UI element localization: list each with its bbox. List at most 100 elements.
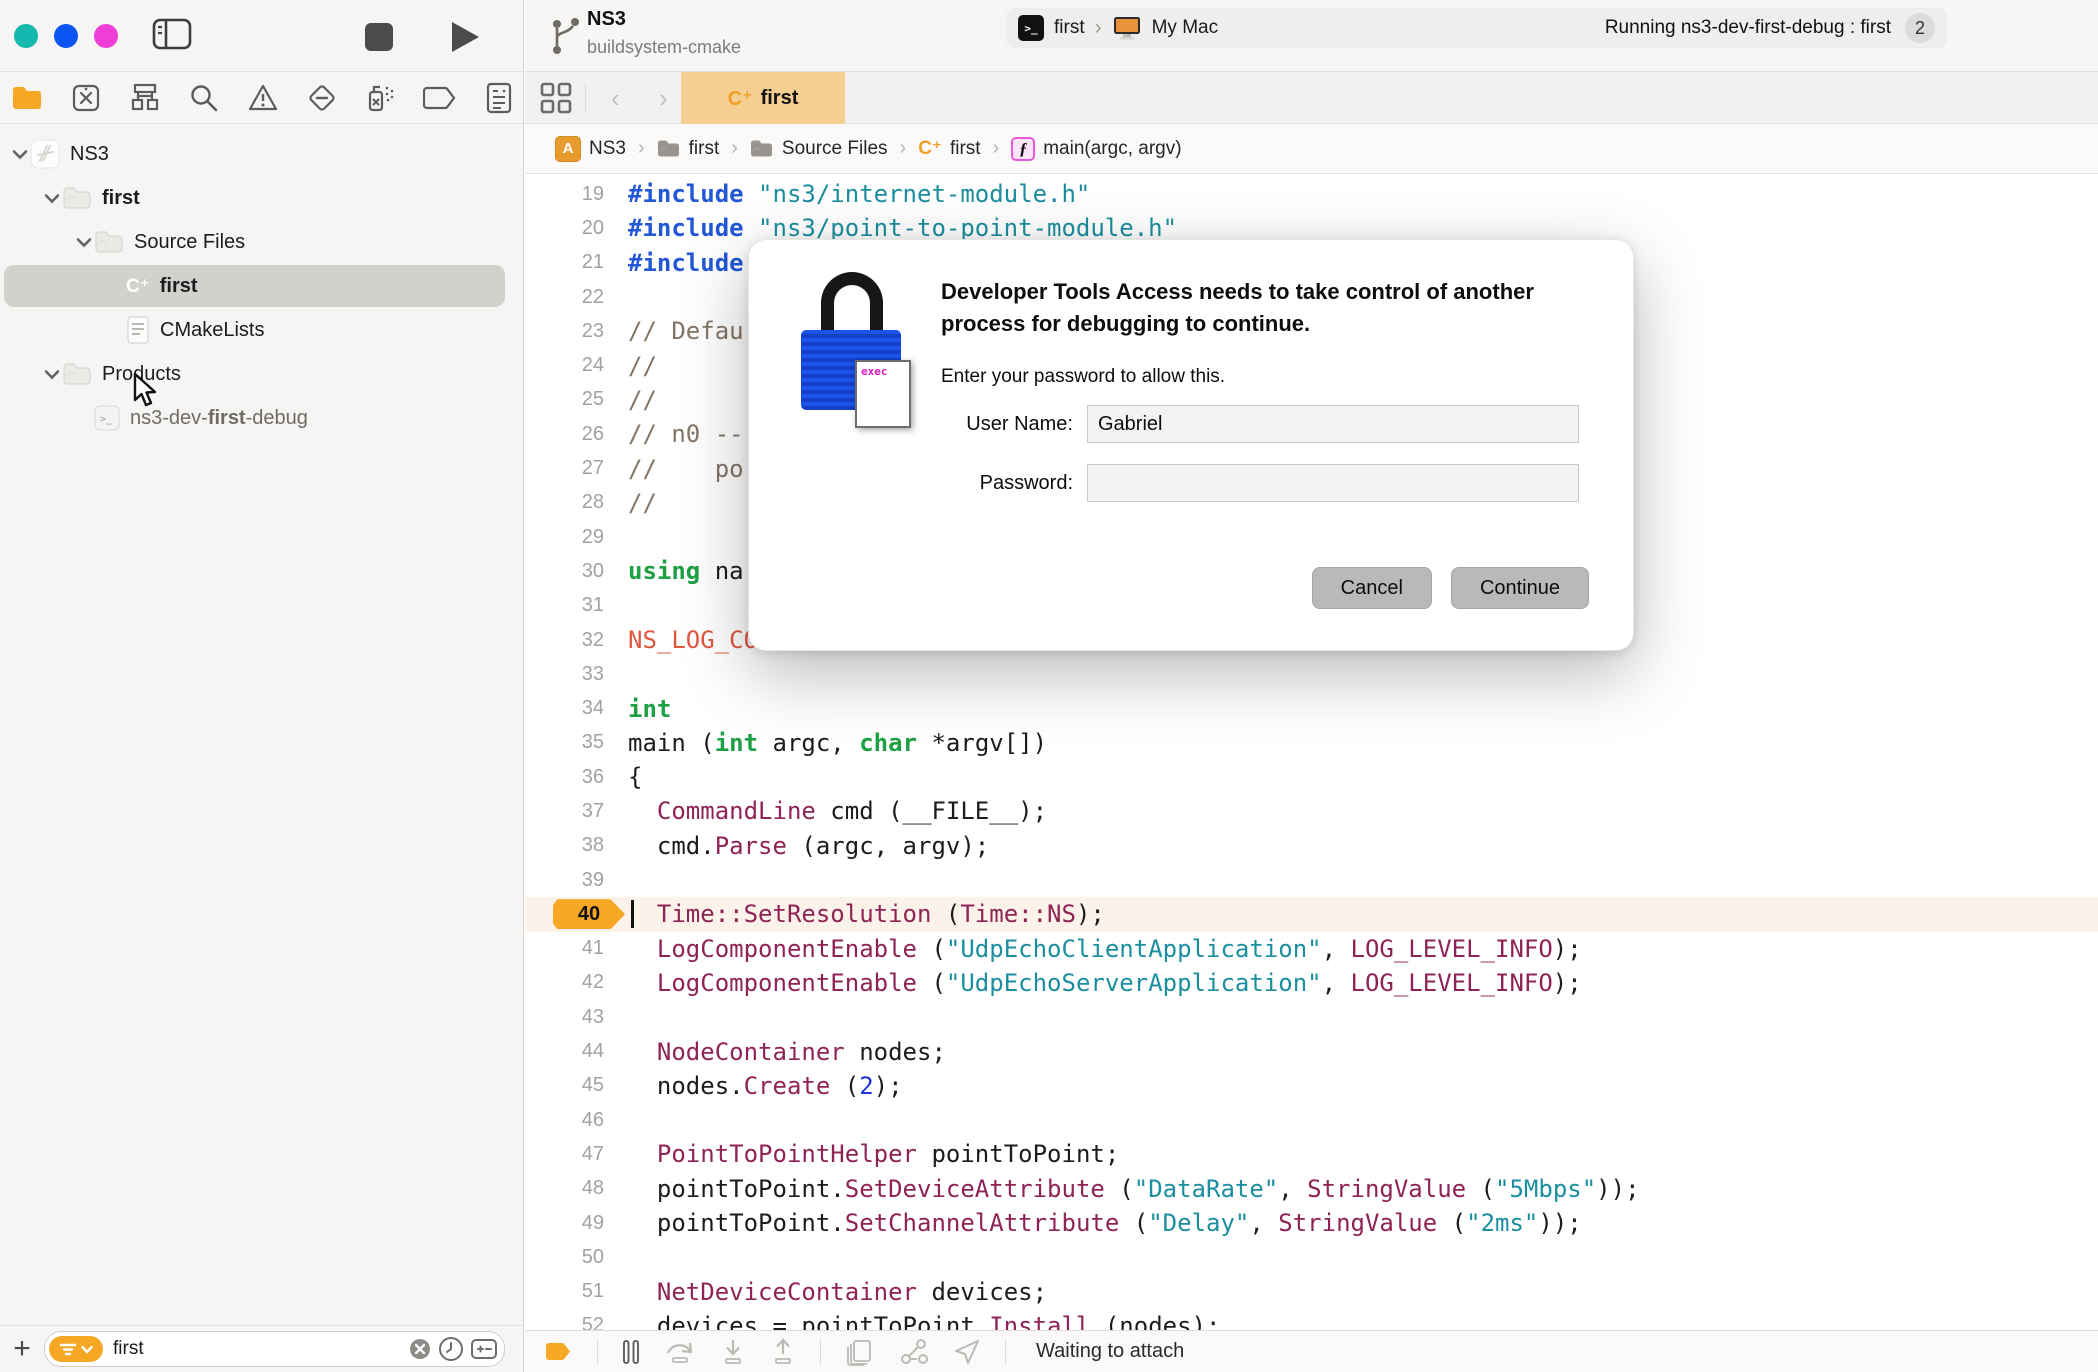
line-number[interactable]: 25 (525, 388, 628, 411)
tree-item-cmakelists[interactable]: CMakeLists (0, 308, 523, 352)
clear-icon[interactable] (408, 1337, 432, 1361)
step-into-icon[interactable] (720, 1338, 746, 1366)
source-control-icon[interactable] (69, 81, 103, 115)
code-line-43[interactable]: 43 (525, 1000, 2098, 1034)
play-button[interactable] (448, 19, 482, 55)
line-number[interactable]: 36 (525, 766, 628, 789)
code-line-46[interactable]: 46 (525, 1103, 2098, 1137)
destination-name[interactable]: My Mac (1152, 17, 1219, 39)
code-line-47[interactable]: 47 PointToPointHelper pointToPoint; (525, 1137, 2098, 1171)
close-button[interactable] (14, 24, 38, 48)
forward-button[interactable]: › (647, 72, 680, 124)
code-line-37[interactable]: 37 CommandLine cmd (__FILE__); (525, 794, 2098, 828)
back-button[interactable]: ‹ (599, 72, 632, 124)
pause-icon[interactable] (622, 1339, 640, 1365)
breadcrumb-main-argc-argv-[interactable]: ƒ main(argc, argv) (1011, 136, 1182, 161)
memory-graph-icon[interactable] (899, 1338, 929, 1366)
symbols-icon[interactable] (128, 81, 162, 115)
disclosure-chevron-icon[interactable] (10, 149, 30, 160)
tree-item-first[interactable]: C⁺ first (0, 264, 523, 308)
line-number[interactable]: 50 (525, 1246, 628, 1269)
tests-icon[interactable] (305, 81, 339, 115)
history-icon[interactable] (438, 1336, 464, 1362)
line-number[interactable]: 38 (525, 834, 628, 857)
line-number[interactable]: 30 (525, 560, 628, 583)
scope-icon[interactable] (470, 1337, 498, 1361)
find-icon[interactable] (187, 81, 221, 115)
code-line-42[interactable]: 42 LogComponentEnable ("UdpEchoServerApp… (525, 966, 2098, 1000)
code-line-49[interactable]: 49 pointToPoint.SetChannelAttribute ("De… (525, 1206, 2098, 1240)
line-number[interactable]: 29 (525, 526, 628, 549)
line-number[interactable]: 31 (525, 594, 628, 617)
add-file-button[interactable]: + (0, 1332, 44, 1366)
breadcrumb-ns3[interactable]: A NS3 (555, 135, 626, 162)
line-number[interactable]: 24 (525, 354, 628, 377)
line-number[interactable]: 49 (525, 1212, 628, 1235)
cancel-button[interactable]: Cancel (1311, 567, 1432, 609)
line-number[interactable]: 41 (525, 937, 628, 960)
line-number[interactable]: 33 (525, 663, 628, 686)
line-number[interactable]: 39 (525, 869, 628, 892)
code-line-34[interactable]: 34 int (525, 691, 2098, 725)
tab-overview-button[interactable] (539, 72, 573, 124)
project-navigator-icon[interactable] (10, 81, 44, 115)
tree-item-ns3[interactable]: NS3 (0, 132, 523, 176)
reports-icon[interactable] (482, 81, 516, 115)
line-number[interactable]: 51 (525, 1280, 628, 1303)
debug-gauge-icon[interactable] (364, 81, 398, 115)
stop-button[interactable] (363, 21, 395, 53)
line-number[interactable]: 35 (525, 731, 628, 754)
zoom-button[interactable] (94, 24, 118, 48)
code-line-36[interactable]: 36{ (525, 760, 2098, 794)
tab-first[interactable]: C⁺ first (681, 72, 845, 124)
line-number[interactable]: 43 (525, 1006, 628, 1029)
continue-button[interactable]: Continue (1450, 567, 1589, 609)
line-number[interactable]: 46 (525, 1109, 628, 1132)
code-line-40[interactable]: 40 Time::SetResolution (Time::NS); (525, 897, 2098, 932)
code-line-41[interactable]: 41 LogComponentEnable ("UdpEchoClientApp… (525, 932, 2098, 966)
code-line-44[interactable]: 44 NodeContainer nodes; (525, 1034, 2098, 1068)
line-number[interactable]: 21 (525, 251, 628, 274)
line-number[interactable]: 27 (525, 457, 628, 480)
user-name-field[interactable]: Gabriel (1087, 405, 1579, 443)
breadcrumb-source-files[interactable]: Source Files (750, 138, 888, 160)
view-hierarchy-icon[interactable] (845, 1338, 875, 1366)
disclosure-chevron-icon[interactable] (42, 193, 62, 204)
line-number[interactable]: 26 (525, 423, 628, 446)
step-over-icon[interactable] (664, 1339, 696, 1365)
tree-item-products[interactable]: Products (0, 352, 523, 396)
step-out-icon[interactable] (770, 1337, 796, 1366)
scheme-name[interactable]: first (1054, 17, 1085, 39)
line-number[interactable]: 45 (525, 1074, 628, 1097)
code-line-45[interactable]: 45 nodes.Create (2); (525, 1069, 2098, 1103)
code-line-48[interactable]: 48 pointToPoint.SetDeviceAttribute ("Dat… (525, 1172, 2098, 1206)
breadcrumb-first[interactable]: first (657, 138, 719, 160)
line-number[interactable]: 28 (525, 491, 628, 514)
breakpoint-badge[interactable]: 40 (553, 899, 625, 930)
code-line-51[interactable]: 51 NetDeviceContainer devices; (525, 1275, 2098, 1309)
simulate-location-icon[interactable] (953, 1338, 981, 1366)
code-line-19[interactable]: 19 #include "ns3/internet-module.h" (525, 177, 2098, 211)
sidebar-toggle-icon[interactable] (152, 17, 192, 51)
issue-count-badge[interactable]: 2 (1905, 13, 1935, 43)
breakpoints-toggle-icon[interactable] (545, 1341, 573, 1362)
line-number[interactable]: 19 (525, 183, 628, 206)
issues-icon[interactable] (246, 81, 280, 115)
filter-input[interactable]: first (113, 1338, 402, 1360)
disclosure-chevron-icon[interactable] (74, 237, 94, 248)
filter-pill-icon[interactable] (49, 1336, 103, 1362)
tree-item-ns3-dev-first-debug[interactable]: >_ ns3-dev-first-debug (0, 396, 523, 440)
disclosure-chevron-icon[interactable] (42, 369, 62, 380)
filter-field[interactable]: first (44, 1331, 505, 1367)
line-number[interactable]: 42 (525, 971, 628, 994)
line-number[interactable]: 48 (525, 1177, 628, 1200)
tree-item-source-files[interactable]: Source Files (0, 220, 523, 264)
line-number[interactable]: 37 (525, 800, 628, 823)
line-number[interactable]: 22 (525, 286, 628, 309)
breadcrumb-first[interactable]: C⁺ first (918, 137, 980, 160)
line-number[interactable]: 23 (525, 320, 628, 343)
breakpoints-icon[interactable] (423, 81, 457, 115)
line-number[interactable]: 44 (525, 1040, 628, 1063)
line-number[interactable]: 47 (525, 1143, 628, 1166)
tree-item-first[interactable]: first (0, 176, 523, 220)
